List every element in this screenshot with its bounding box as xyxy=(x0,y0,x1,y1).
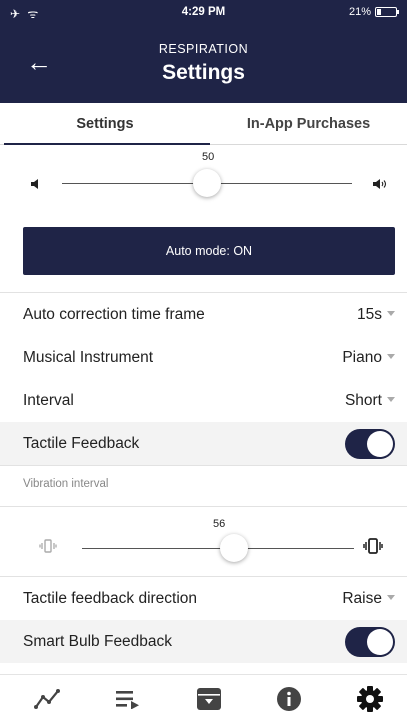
tab-in-app-purchases[interactable]: In-App Purchases xyxy=(210,103,407,145)
smart-bulb-label: Smart Bulb Feedback xyxy=(23,633,173,650)
dropdown-caret-icon xyxy=(387,595,395,600)
toggle-knob xyxy=(367,431,393,457)
tab-bar-top: Settings In-App Purchases xyxy=(0,103,407,145)
info-icon[interactable] xyxy=(272,683,306,715)
trend-line-icon[interactable] xyxy=(30,683,64,715)
battery-indicator: 21% xyxy=(348,6,399,18)
app-header: ✈ ᯤ 4:29 PM 21% ← RESPIRATION Settings xyxy=(0,0,407,103)
instrument-label: Musical Instrument xyxy=(23,349,154,366)
setting-row-tactile: Tactile Feedback xyxy=(0,422,407,465)
vibration-interval-label: Vibration interval xyxy=(23,478,109,490)
page-title: Settings xyxy=(162,61,245,84)
interval-value: Short xyxy=(344,392,382,409)
tactile-direction-select[interactable]: Raise xyxy=(342,577,395,620)
active-tab-indicator xyxy=(4,143,210,145)
setting-row-tactile-direction[interactable]: Tactile feedback direction Raise xyxy=(0,577,407,620)
volume-low-icon xyxy=(30,176,42,194)
vibration-low-icon xyxy=(39,539,57,558)
vibration-value: 56 xyxy=(213,518,226,530)
volume-high-icon xyxy=(372,176,388,194)
toggle-knob xyxy=(367,629,393,655)
auto-correction-label: Auto correction time frame xyxy=(23,306,205,323)
interval-label: Interval xyxy=(23,392,74,409)
smart-bulb-toggle[interactable] xyxy=(345,627,395,657)
tactile-direction-label: Tactile feedback direction xyxy=(23,590,198,607)
page-subtitle: RESPIRATION xyxy=(158,42,249,56)
auto-mode-button[interactable]: Auto mode: ON xyxy=(23,227,395,275)
battery-percent: 21% xyxy=(348,6,371,18)
status-time: 4:29 PM xyxy=(181,6,226,18)
instrument-value: Piano xyxy=(342,349,382,366)
status-bar: ✈ ᯤ 4:29 PM 21% xyxy=(0,0,407,24)
gear-icon[interactable] xyxy=(353,683,387,715)
dropdown-caret-icon xyxy=(387,311,395,316)
tab-settings[interactable]: Settings xyxy=(0,103,210,145)
setting-row-smart-bulb: Smart Bulb Feedback xyxy=(0,620,407,663)
bottom-tab-bar xyxy=(0,674,407,722)
dropdown-caret-icon xyxy=(387,354,395,359)
volume-slider-thumb[interactable] xyxy=(193,169,221,197)
vibration-slider-thumb[interactable] xyxy=(220,534,249,562)
battery-icon xyxy=(375,7,399,17)
tactile-label: Tactile Feedback xyxy=(23,435,140,452)
vibration-high-icon xyxy=(363,538,383,559)
playlist-icon[interactable] xyxy=(111,683,145,715)
setting-row-instrument[interactable]: Musical Instrument Piano xyxy=(0,336,407,379)
vibration-slider-track[interactable] xyxy=(82,548,354,549)
auto-correction-value: 15s xyxy=(357,306,382,323)
volume-value: 50 xyxy=(202,151,215,163)
instrument-select[interactable]: Piano xyxy=(342,336,395,379)
divider xyxy=(0,506,407,507)
tactile-toggle[interactable] xyxy=(345,429,395,459)
divider xyxy=(0,465,407,466)
dropdown-caret-icon xyxy=(387,397,395,402)
auto-correction-select[interactable]: 15s xyxy=(357,293,395,336)
archive-box-icon[interactable] xyxy=(192,683,226,715)
interval-select[interactable]: Short xyxy=(345,379,395,422)
tactile-direction-value: Raise xyxy=(342,590,382,607)
setting-row-interval[interactable]: Interval Short xyxy=(0,379,407,422)
setting-row-auto-correction[interactable]: Auto correction time frame 15s xyxy=(0,293,407,336)
